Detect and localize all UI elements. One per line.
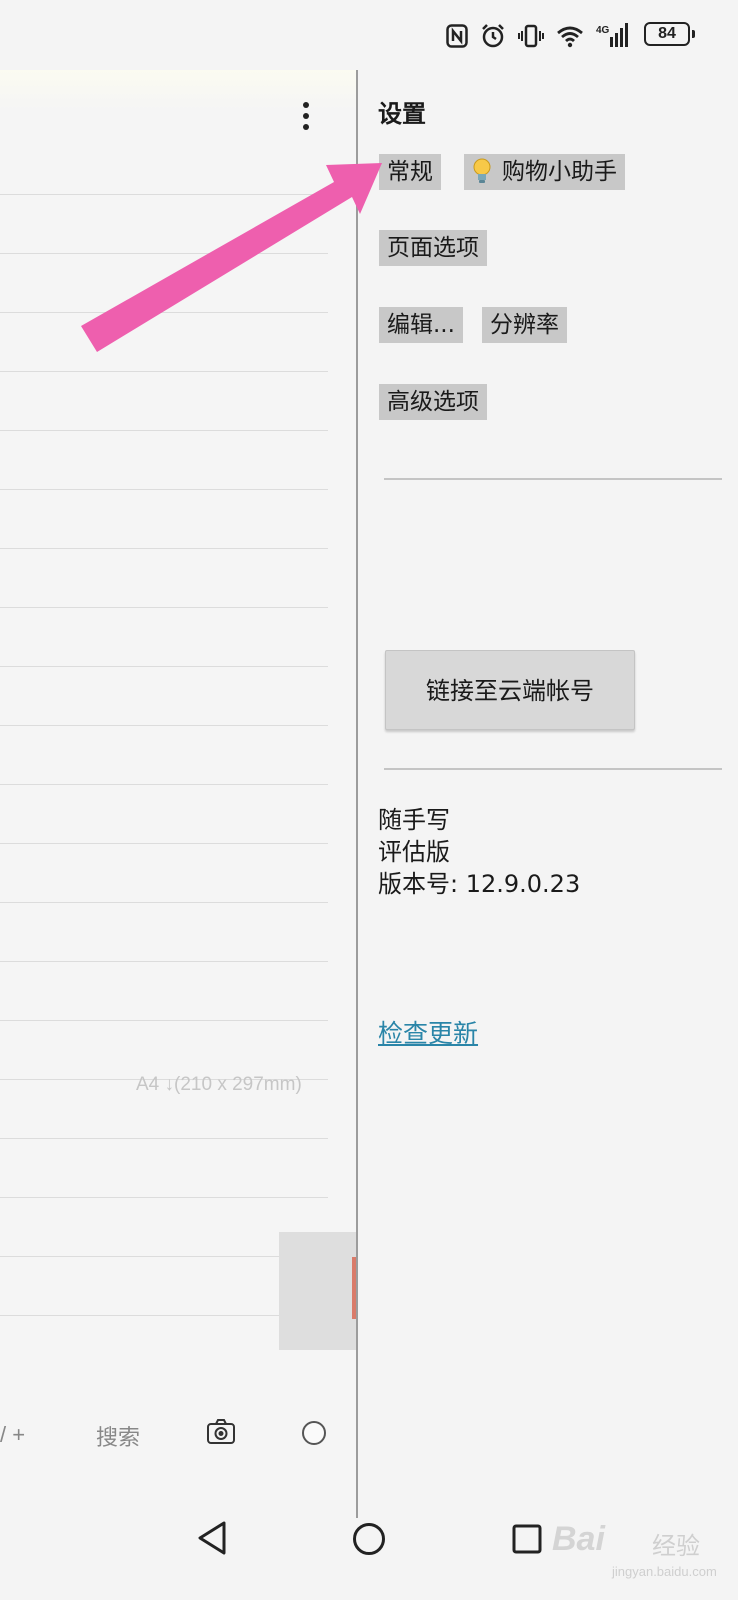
ruled-line bbox=[0, 784, 328, 785]
ruled-line bbox=[0, 1020, 328, 1021]
version-label: 版本号: 12.9.0.23 bbox=[378, 870, 581, 898]
note-editor[interactable]: A4 ↓(210 x 297mm) / + 搜索 bbox=[0, 70, 357, 1500]
section-divider bbox=[384, 768, 722, 770]
ruled-line bbox=[0, 902, 328, 903]
lightbulb-icon bbox=[473, 158, 491, 183]
ruled-line bbox=[0, 1138, 328, 1139]
camera-icon[interactable] bbox=[206, 1418, 236, 1446]
section-divider bbox=[384, 478, 722, 480]
ruled-line bbox=[0, 253, 328, 254]
link-cloud-account-button[interactable]: 链接至云端帐号 bbox=[385, 650, 635, 730]
ruled-line bbox=[0, 489, 328, 490]
zoom-control[interactable]: / + bbox=[0, 1422, 25, 1448]
ruled-line bbox=[0, 1197, 328, 1198]
watermark: Bai 经验 jingyan.baidu.com bbox=[552, 1508, 732, 1588]
settings-title: 设置 bbox=[378, 100, 426, 128]
tab-resolution[interactable]: 分辨率 bbox=[482, 307, 567, 343]
tab-general[interactable]: 常规 bbox=[379, 154, 441, 190]
signal-icon: 4G bbox=[596, 23, 628, 47]
status-icons: 4G bbox=[446, 20, 628, 52]
back-icon[interactable] bbox=[196, 1520, 228, 1556]
app-name: 随手写 bbox=[378, 806, 450, 834]
navigation-bar: Bai 经验 jingyan.baidu.com bbox=[0, 1500, 738, 1600]
tab-advanced-options[interactable]: 高级选项 bbox=[379, 384, 487, 420]
tab-page-options[interactable]: 页面选项 bbox=[379, 230, 487, 266]
pen-mode-button[interactable] bbox=[302, 1421, 326, 1445]
ruled-line bbox=[0, 725, 328, 726]
watermark-brand: Bai bbox=[552, 1520, 605, 1558]
ruled-line bbox=[0, 961, 328, 962]
ruled-line bbox=[0, 548, 328, 549]
ruled-line bbox=[0, 194, 328, 195]
page-size-label: A4 ↓(210 x 297mm) bbox=[136, 1074, 302, 1095]
settings-panel: 设置 常规 购物小助手 页面选项 编辑... 分辨率 高级选项 链接至云端帐号 … bbox=[358, 70, 738, 1500]
ruled-line bbox=[0, 666, 328, 667]
vibrate-icon bbox=[518, 24, 544, 48]
ruled-line bbox=[0, 312, 328, 313]
scroll-thumb[interactable] bbox=[279, 1232, 357, 1350]
recent-apps-icon[interactable] bbox=[512, 1524, 542, 1554]
svg-text:4G: 4G bbox=[596, 25, 610, 36]
battery-icon: 84 bbox=[644, 22, 695, 46]
wifi-icon bbox=[557, 26, 583, 48]
more-options-icon[interactable] bbox=[300, 102, 312, 132]
edition-label: 评估版 bbox=[378, 838, 450, 866]
tab-edit[interactable]: 编辑... bbox=[379, 307, 463, 343]
editor-toolbar: / + 搜索 bbox=[0, 1410, 357, 1460]
status-bar: 4G 84 bbox=[0, 0, 738, 70]
nfc-icon bbox=[446, 24, 468, 48]
home-icon[interactable] bbox=[352, 1522, 386, 1556]
tab-shopping-assistant-label: 购物小助手 bbox=[502, 159, 617, 185]
alarm-icon bbox=[482, 24, 504, 48]
ruled-line bbox=[0, 371, 328, 372]
ruled-line bbox=[0, 430, 328, 431]
ruled-line bbox=[0, 843, 328, 844]
search-button[interactable]: 搜索 bbox=[96, 1420, 140, 1452]
watermark-sub: 经验 bbox=[652, 1533, 700, 1560]
ruled-line bbox=[0, 607, 328, 608]
watermark-url: jingyan.baidu.com bbox=[612, 1564, 717, 1579]
check-update-link[interactable]: 检查更新 bbox=[378, 1014, 478, 1050]
tab-shopping-assistant[interactable]: 购物小助手 bbox=[464, 154, 625, 190]
